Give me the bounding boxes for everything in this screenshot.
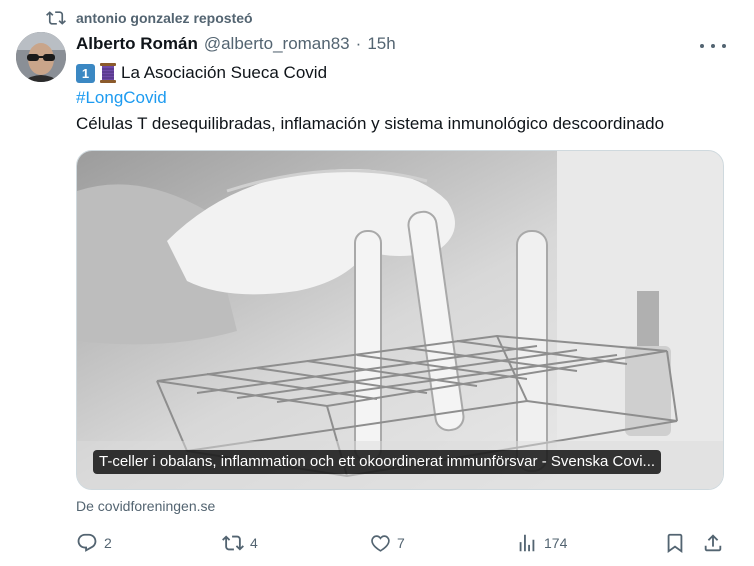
tweet-body: Células T desequilibradas, inflamación y…	[76, 114, 665, 133]
link-card[interactable]: T-celler i obalans, inflammation och ett…	[76, 150, 724, 490]
repost-indicator[interactable]: antonio gonzalez reposteó	[46, 8, 253, 28]
more-options-button[interactable]	[700, 38, 726, 54]
bookmark-button[interactable]	[664, 532, 686, 554]
tweet-line1: 1 La Asociación Sueca Covid	[76, 62, 327, 84]
action-bar: 2 4 7 174	[76, 532, 726, 556]
avatar[interactable]	[16, 32, 66, 82]
card-source[interactable]: De covidforeningen.se	[76, 498, 215, 514]
more-dot	[722, 44, 726, 48]
share-icon	[704, 534, 722, 552]
dot-separator: ·	[355, 34, 362, 53]
tweet-line1-text: La Asociación Sueca Covid	[121, 63, 328, 82]
spool-of-thread-icon	[100, 63, 116, 83]
author-name[interactable]: Alberto Román	[76, 34, 198, 54]
heart-icon	[371, 535, 390, 552]
repost-text: antonio gonzalez reposteó	[76, 10, 253, 26]
card-image	[77, 151, 723, 489]
reply-count: 2	[104, 535, 112, 551]
bookmark-icon	[667, 533, 683, 554]
reply-button[interactable]: 2	[76, 532, 112, 554]
views-button[interactable]: 174	[516, 532, 567, 554]
view-count: 174	[544, 535, 568, 551]
more-dot	[711, 44, 715, 48]
keycap-1-icon: 1	[76, 63, 95, 83]
repost-icon	[46, 11, 66, 25]
like-count: 7	[397, 535, 405, 551]
repost-button[interactable]: 4	[222, 532, 258, 554]
share-button[interactable]	[702, 532, 724, 554]
hashtag-link[interactable]: #LongCovid	[76, 88, 167, 108]
tweet-header: Alberto Román @alberto_roman83 · 15h	[76, 34, 396, 54]
author-handle[interactable]: @alberto_roman83	[204, 34, 350, 54]
tweet-time[interactable]: 15h	[367, 34, 395, 54]
card-caption: T-celler i obalans, inflammation och ett…	[93, 450, 662, 474]
repost-icon	[222, 535, 244, 551]
repost-count: 4	[250, 535, 258, 551]
more-dot	[700, 44, 704, 48]
avatar-image	[16, 32, 66, 82]
analytics-icon	[519, 534, 535, 552]
reply-icon	[77, 533, 97, 552]
like-button[interactable]: 7	[369, 532, 405, 554]
